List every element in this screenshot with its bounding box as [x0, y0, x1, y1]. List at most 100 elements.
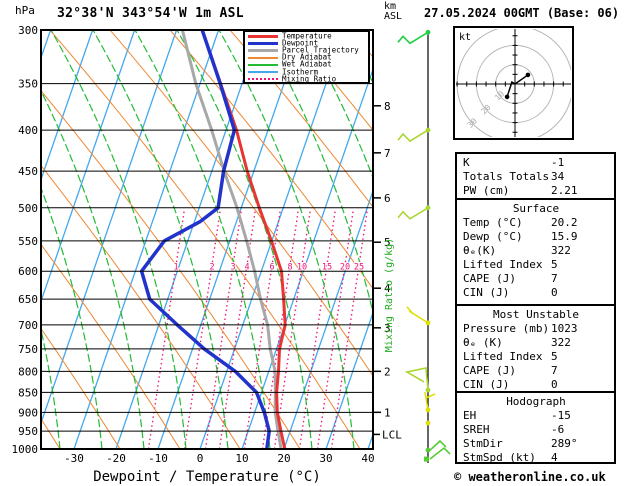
stat-value: 7 [551, 272, 558, 285]
stat-value: 4 [551, 451, 558, 464]
copyright-watermark: © weatheronline.co.uk [454, 470, 606, 484]
pressure-tick-label: 500 [18, 202, 38, 215]
pressure-tick-label: 600 [18, 265, 38, 278]
table-row: CAPE (J) 7 [463, 272, 609, 286]
table-row: CIN (J) 0 [463, 286, 609, 300]
legend-item-label: Mixing Ratio [282, 74, 337, 84]
wet-adiabat-line [0, 30, 18, 449]
stat-value: 0 [551, 286, 558, 299]
table-row: Lifted Index 5 [463, 258, 609, 272]
table-row: Pressure (mb) 1023 [463, 322, 609, 336]
wind-barb [406, 306, 414, 315]
km-tick-label: 6 [384, 192, 391, 205]
wet-adiabat-line [42, 189, 103, 448]
pressure-tick-label: 350 [18, 78, 38, 91]
mixing-ratio-line [183, 209, 221, 448]
km-tick-label: 7 [384, 147, 391, 160]
stat-label: StmSpd (kt) [463, 451, 536, 464]
stat-value: 5 [551, 350, 558, 363]
table-row: K -1 [463, 156, 609, 170]
stat-value: 0 [551, 378, 558, 391]
stat-value: -6 [551, 423, 565, 436]
isotherm-line [325, 313, 372, 448]
table-row: θₑ (K) 322 [463, 336, 609, 350]
legend-line-sample [248, 35, 278, 39]
pressure-tick-label: 800 [18, 365, 38, 378]
wind-barb [397, 31, 429, 45]
stat-value: 20.2 [551, 216, 578, 229]
pressure-tick-label: 900 [18, 406, 38, 419]
legend-row: Mixing Ratio [248, 74, 368, 84]
km-tick-label: 2 [384, 365, 391, 378]
legend-line-sample [248, 71, 278, 73]
isotherm-line [42, 31, 93, 179]
dry-adiabat-line [50, 31, 360, 448]
stat-value: 34 [551, 170, 565, 183]
datetime-label: 27.05.2024 00GMT (Base: 06) [424, 6, 620, 20]
stat-value: 15.9 [551, 230, 578, 243]
legend-line-sample [248, 57, 278, 59]
stat-value: 289° [551, 437, 578, 450]
stat-label: StmDir [463, 437, 503, 450]
stat-label: Lifted Index [463, 258, 543, 271]
mixing-ratio-value-label: 20 [340, 262, 350, 272]
altitude-axis-unit: km ASL [384, 1, 403, 22]
table-row: StmSpd (kt) 4 [463, 451, 609, 465]
stability-indices-box: K -1 Totals Totals 34 PW (cm) 2.21 [455, 152, 616, 200]
table-row: SREH -6 [463, 423, 609, 437]
legend-line-sample [248, 49, 278, 53]
section-title: Surface [512, 202, 560, 215]
stat-label: PW (cm) [463, 184, 510, 197]
pressure-tick-label: 550 [18, 235, 38, 248]
isotherm-line [0, 30, 9, 449]
table-row: CAPE (J) 7 [463, 364, 609, 378]
hodograph-stats-box: Hodograph EH -15 SREH -6 StmDir 289° StmSpd… [455, 391, 616, 464]
stat-value: 2.21 [551, 184, 578, 197]
isotherm-line [42, 31, 177, 423]
stat-value: 322 [551, 336, 571, 349]
mixing-ratio-value-label: 25 [354, 262, 364, 272]
temperature-axis-label: Dewpoint / Temperature (°C) [93, 469, 321, 485]
stat-label: Pressure (mb) [463, 322, 550, 335]
page-title: 32°38'N 343°54'W 1m ASL [57, 6, 244, 21]
section-title: Most Unstable [492, 308, 580, 321]
mixing-ratio-axis-label: Mixing Ratio (g/kg) [384, 238, 395, 352]
wind-barb [425, 393, 436, 399]
stat-label: Totals Totals [463, 170, 550, 183]
legend-line-sample [248, 42, 278, 46]
mixing-ratio-value-label: 4 [244, 262, 249, 272]
mixing-ratio-value-label: 2 [209, 262, 214, 272]
temp-tick-label: 20 [277, 452, 290, 465]
km-tick-label: 8 [384, 100, 391, 113]
temp-tick-label: 30 [319, 452, 332, 465]
pressure-tick-label: 650 [18, 293, 38, 306]
mixing-ratio-value-label: 15 [322, 262, 332, 272]
stat-value: 7 [551, 364, 558, 377]
stat-label: CAPE (J) [463, 272, 516, 285]
pressure-tick-label: 450 [18, 165, 38, 178]
stat-label: Temp (°C) [463, 216, 523, 229]
table-row: Totals Totals 34 [463, 170, 609, 184]
stat-label: K [463, 156, 470, 169]
most-unstable-stats-box: Most Unstable Pressure (mb) 1023 θₑ (K) 32… [455, 304, 616, 393]
mixing-ratio-value-label: 10 [297, 262, 307, 272]
stat-label: Dewp (°C) [463, 230, 523, 243]
stat-value: 322 [551, 244, 571, 257]
stat-label: Lifted Index [463, 350, 543, 363]
pressure-tick-label: 950 [18, 425, 38, 438]
isotherm-line [115, 31, 261, 448]
stat-label: EH [463, 409, 477, 422]
mixing-ratio-line [298, 209, 336, 448]
pressure-tick-label: 400 [18, 124, 38, 137]
lcl-label: LCL [382, 428, 402, 441]
stat-label: CAPE (J) [463, 364, 516, 377]
stat-value: -1 [551, 156, 565, 169]
stat-value: 1023 [551, 322, 578, 335]
pressure-tick-label: 300 [18, 24, 38, 37]
temp-tick-label: 0 [197, 452, 204, 465]
legend-line-sample [248, 64, 278, 66]
stat-value: 5 [551, 258, 558, 271]
surface-stats-box: Surface Temp (°C) 20.2 Dewp (°C) 15.9 θₑ(K… [455, 198, 616, 306]
mixing-ratio-value-label: 1 [173, 262, 178, 272]
stat-label: CIN (J) [463, 286, 510, 299]
